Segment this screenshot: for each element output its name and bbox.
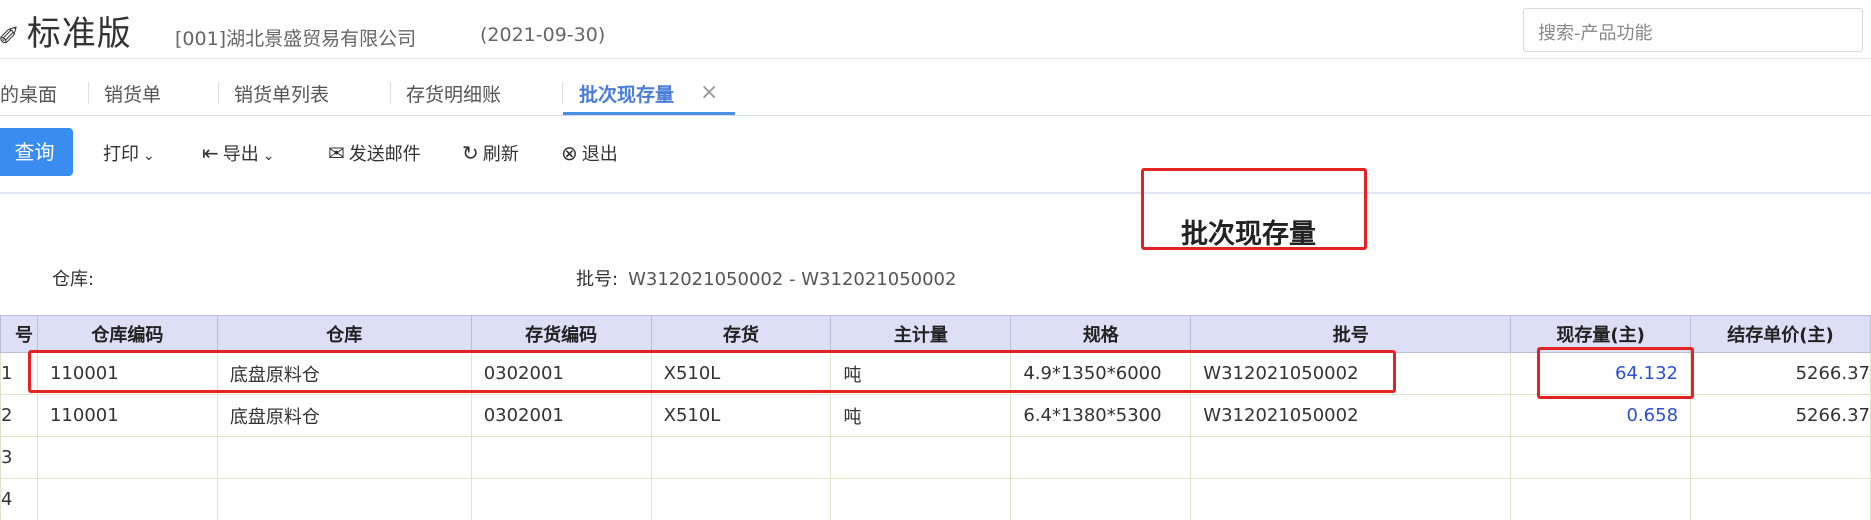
send-mail-label: 发送邮件 [348, 144, 421, 165]
tab-divider [88, 82, 89, 104]
empty-cell[interactable] [470, 436, 652, 479]
empty-cell[interactable] [36, 436, 218, 479]
empty-cell[interactable] [216, 436, 472, 479]
table-row[interactable]: 3 [0, 436, 1871, 479]
cell-spec[interactable]: 6.4*1380*5300 [1010, 394, 1192, 437]
row-number: 4 [0, 478, 38, 520]
mail-icon: ✉ [328, 141, 345, 165]
cell-wh-code[interactable]: 110001 [36, 394, 218, 437]
send-mail-button[interactable]: ✉ 发送邮件 [328, 140, 421, 166]
close-circle-icon: ⊗ [561, 141, 578, 165]
cell-item-code[interactable]: 0302001 [470, 394, 652, 437]
tab-batch-stock[interactable]: 批次现存量 [579, 80, 674, 107]
tab-sales-order[interactable]: 销货单 [104, 80, 161, 107]
query-button[interactable]: 查询 [0, 128, 73, 176]
exit-button[interactable]: ⊗ 退出 [561, 140, 618, 166]
batch-filter: 批号: W312021050002 - W312021050002 [576, 265, 956, 291]
account-date: (2021-09-30) [480, 24, 606, 46]
empty-cell[interactable] [216, 478, 472, 520]
print-label: 打印 [103, 144, 139, 165]
empty-cell[interactable] [1010, 478, 1192, 520]
chevron-down-icon: ⌄ [143, 148, 155, 164]
search-input[interactable]: 搜索-产品功能 [1523, 8, 1863, 52]
brand-title: 标准版 [26, 14, 132, 54]
qty-highlight-box [1537, 347, 1694, 399]
tab-divider [390, 82, 391, 104]
tab-bar: 的桌面 销货单 销货单列表 存货明细账 批次现存量 [0, 58, 1871, 116]
exit-label: 退出 [581, 144, 618, 165]
col-header-wh[interactable]: 仓库 [216, 315, 472, 353]
tab-desktop[interactable]: 的桌面 [0, 80, 57, 107]
table-row[interactable]: 4 [0, 478, 1871, 520]
empty-cell[interactable] [1010, 436, 1192, 479]
refresh-label: 刷新 [482, 144, 519, 165]
empty-cell[interactable] [830, 436, 1012, 479]
data-grid: 号 仓库编码 仓库 存货编码 存货 主计量 规格 批号 现存量(主) 结存单价(… [0, 315, 1871, 520]
export-label: 导出 [222, 144, 259, 165]
batch-value: W312021050002 - W312021050002 [628, 269, 957, 290]
cell-unit[interactable]: 吨 [830, 394, 1012, 437]
app-header: ✐ 标准版 [001]湖北景盛贸易有限公司 (2021-09-30) 搜索-产品功… [0, 0, 1871, 59]
cell-price[interactable]: 5266.37 [1690, 352, 1871, 395]
active-tab-indicator [563, 112, 735, 115]
warehouse-label: 仓库: [52, 269, 95, 290]
company-name: [001]湖北景盛贸易有限公司 [175, 28, 417, 50]
cell-item[interactable]: X510L [650, 394, 832, 437]
export-button[interactable]: ⇤ 导出 ⌄ [202, 140, 275, 166]
batch-stock-table: 号 仓库编码 仓库 存货编码 存货 主计量 规格 批号 现存量(主) 结存单价(… [0, 315, 1871, 520]
col-header-batch[interactable]: 批号 [1190, 315, 1512, 353]
close-tab-icon[interactable]: × [700, 80, 718, 105]
cell-batch[interactable]: W312021050002 [1190, 394, 1512, 437]
refresh-icon: ↻ [462, 141, 479, 165]
col-header-no[interactable]: 号 [0, 315, 38, 353]
empty-cell[interactable] [650, 478, 832, 520]
empty-cell[interactable] [1190, 478, 1512, 520]
col-header-wh-code[interactable]: 仓库编码 [36, 315, 218, 353]
brand-logo-icon: ✐ [0, 22, 21, 52]
empty-cell[interactable] [650, 436, 832, 479]
print-button[interactable]: 打印 ⌄ [103, 140, 155, 166]
cell-price[interactable]: 5266.37 [1690, 394, 1871, 437]
empty-cell[interactable] [1690, 436, 1871, 479]
col-header-spec[interactable]: 规格 [1010, 315, 1192, 353]
cell-wh[interactable]: 底盘原料仓 [216, 394, 472, 437]
table-row[interactable]: 2 110001 底盘原料仓 0302001 X510L 吨 6.4*1380*… [0, 394, 1871, 437]
col-header-item[interactable]: 存货 [650, 315, 832, 353]
refresh-button[interactable]: ↻ 刷新 [462, 140, 519, 166]
row-number: 3 [0, 436, 38, 479]
empty-cell[interactable] [1510, 436, 1692, 479]
empty-cell[interactable] [1510, 478, 1692, 520]
batch-label: 批号: [576, 269, 619, 290]
tab-inventory-detail[interactable]: 存货明细账 [406, 80, 501, 107]
chevron-down-icon: ⌄ [262, 148, 275, 164]
cell-qty[interactable]: 0.658 [1510, 394, 1692, 437]
col-header-price[interactable]: 结存单价(主) [1690, 315, 1871, 353]
brand: ✐ 标准版 [0, 6, 132, 55]
export-icon: ⇤ [202, 141, 219, 165]
row-highlight-box [28, 350, 1396, 393]
tab-divider [562, 82, 563, 104]
report-title: 批次现存量 [1181, 219, 1316, 250]
col-header-unit[interactable]: 主计量 [830, 315, 1012, 353]
empty-cell[interactable] [830, 478, 1012, 520]
tab-divider [218, 82, 219, 104]
empty-cell[interactable] [1690, 478, 1871, 520]
empty-cell[interactable] [470, 478, 652, 520]
tab-sales-order-list[interactable]: 销货单列表 [234, 80, 329, 107]
empty-cell[interactable] [36, 478, 218, 520]
row-number: 2 [0, 394, 38, 437]
warehouse-filter: 仓库: [52, 265, 104, 291]
empty-cell[interactable] [1190, 436, 1512, 479]
col-header-item-code[interactable]: 存货编码 [470, 315, 652, 353]
toolbar: 查询 打印 ⌄ ⇤ 导出 ⌄ ✉ 发送邮件 ↻ 刷新 ⊗ 退出 [0, 116, 1871, 194]
